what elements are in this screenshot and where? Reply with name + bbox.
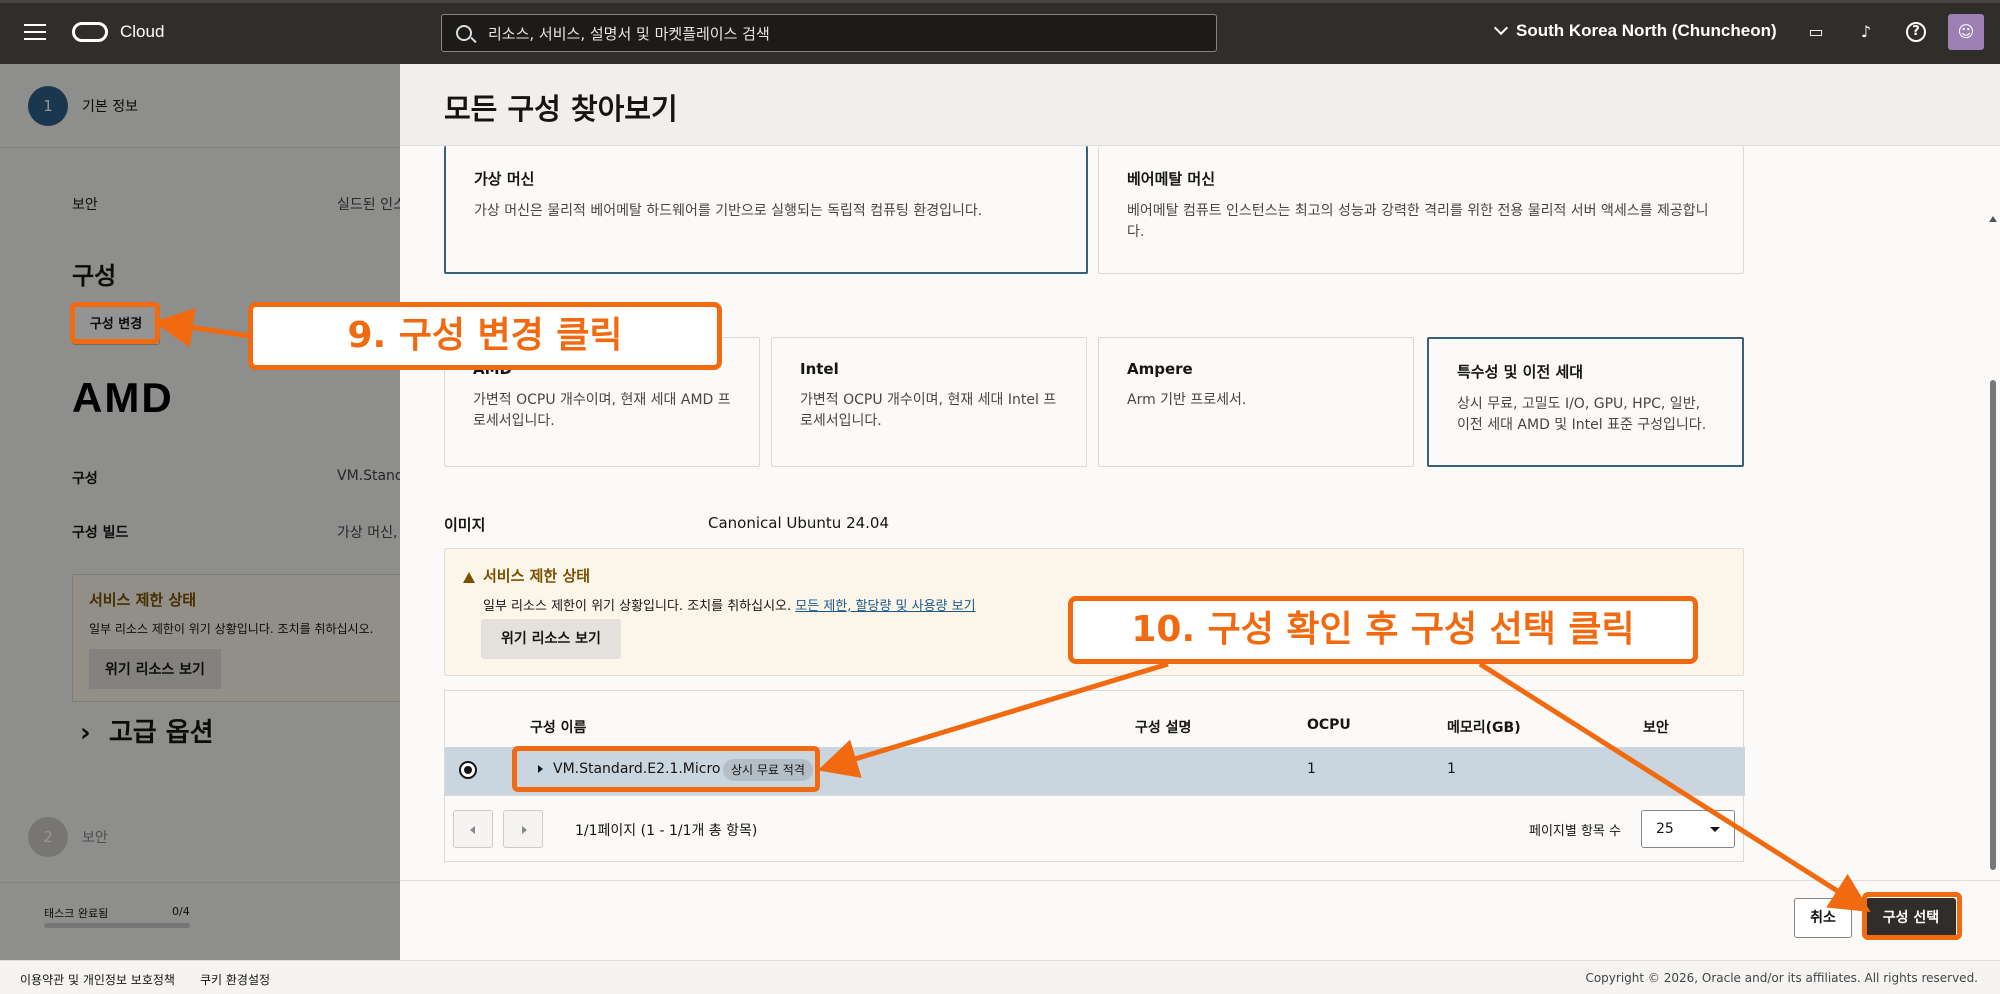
cookie-settings-link[interactable]: 쿠키 환경설정 <box>200 971 270 988</box>
annotation-step10: 10. 구성 확인 후 구성 선택 클릭 <box>1068 596 1698 664</box>
card-desc: 상시 무료, 고밀도 I/O, GPU, HPC, 일반, 이전 세대 AMD … <box>1457 396 1707 433</box>
panel-scrollbar[interactable] <box>1986 146 2000 938</box>
browse-shapes-panel: 모든 구성 찾아보기 가상 머신 가상 머신은 물리적 베어메탈 하드웨어를 기… <box>400 64 2000 960</box>
brand-label[interactable]: Cloud <box>120 22 164 42</box>
page-footer: 이용약관 및 개인정보 보호정책 쿠키 환경설정 Copyright © 202… <box>0 960 2000 994</box>
card-intel[interactable]: Intel 가변적 OCPU 개수이며, 현재 세대 Intel 프로세서입니다… <box>771 337 1087 467</box>
row-radio[interactable] <box>459 761 477 779</box>
warning-title: 서비스 제한 상태 <box>483 567 591 585</box>
panel-header: 모든 구성 찾아보기 <box>400 64 2000 146</box>
highlight-shape-row <box>512 746 820 792</box>
image-label: 이미지 <box>444 516 486 534</box>
card-title: Intel <box>800 360 839 378</box>
card-desc: Arm 기반 프로세서. <box>1127 392 1247 408</box>
search-icon <box>456 25 472 41</box>
copyright: Copyright © 2026, Oracle and/or its affi… <box>1585 971 1978 985</box>
per-page-select[interactable]: 25 <box>1641 810 1735 848</box>
region-selector[interactable]: South Korea North (Chuncheon) <box>1493 20 1777 41</box>
col-memory[interactable]: 메모리(GB) <box>1447 717 1521 737</box>
scroll-thumb[interactable] <box>1990 380 1996 870</box>
menu-icon[interactable] <box>24 24 46 40</box>
view-limits-link[interactable]: 모든 제한, 할당량 및 사용량 보기 <box>795 599 975 614</box>
warning-icon <box>463 572 475 583</box>
terms-link[interactable]: 이용약관 및 개인정보 보호정책 <box>20 971 175 988</box>
card-specialty-previous[interactable]: 특수성 및 이전 세대 상시 무료, 고밀도 I/O, GPU, HPC, 일반… <box>1427 337 1744 467</box>
col-shape-name[interactable]: 구성 이름 <box>530 717 586 737</box>
region-label: South Korea North (Chuncheon) <box>1516 21 1777 40</box>
top-navigation-bar: Cloud 리소스, 서비스, 설명서 및 마켓플레이스 검색 South Ko… <box>0 0 2000 64</box>
chevron-down-icon <box>1493 20 1509 36</box>
card-title: Ampere <box>1127 360 1193 378</box>
cloud-shell-icon[interactable]: ▭ <box>1806 22 1826 42</box>
help-icon[interactable]: ? <box>1906 22 1926 42</box>
search-placeholder: 리소스, 서비스, 설명서 및 마켓플레이스 검색 <box>488 24 770 43</box>
next-page-button[interactable] <box>503 810 543 848</box>
ocpu-value: 1 <box>1307 761 1316 777</box>
col-shape-desc[interactable]: 구성 설명 <box>1135 717 1191 737</box>
warning-desc: 일부 리소스 제한이 위기 상황입니다. 조치를 취하십시오. 모든 제한, 할… <box>483 595 976 614</box>
cancel-button[interactable]: 취소 <box>1794 898 1852 938</box>
col-security[interactable]: 보안 <box>1643 717 1669 737</box>
page-info: 1/1페이지 (1 - 1/1개 총 항목) <box>575 823 758 839</box>
memory-value: 1 <box>1447 761 1456 777</box>
card-desc: 가변적 OCPU 개수이며, 현재 세대 Intel 프로세서입니다. <box>800 392 1057 429</box>
highlight-change-config <box>70 302 160 344</box>
col-ocpu[interactable]: OCPU <box>1307 717 1351 733</box>
card-title: 베어메탈 머신 <box>1127 170 1216 188</box>
card-title: 특수성 및 이전 세대 <box>1457 363 1584 381</box>
card-virtual-machine[interactable]: 가상 머신 가상 머신은 물리적 베어메탈 하드웨어를 기반으로 실행되는 독립… <box>444 146 1088 274</box>
avatar[interactable]: ☺ <box>1948 14 1984 50</box>
panel-title: 모든 구성 찾아보기 <box>444 92 678 126</box>
image-value: Canonical Ubuntu 24.04 <box>708 514 890 532</box>
per-page-label: 페이지별 항목 수 <box>1529 824 1621 839</box>
card-desc: 베어메탈 컴퓨트 인스턴스는 최고의 성능과 강력한 격리를 위한 전용 물리적… <box>1127 203 1709 240</box>
warning-text: 일부 리소스 제한이 위기 상황입니다. 조치를 취하십시오. <box>483 599 792 614</box>
card-desc: 가변적 OCPU 개수이며, 현재 세대 AMD 프로세서입니다. <box>473 392 731 429</box>
panel-footer <box>400 880 2000 960</box>
highlight-select-button <box>1862 892 1962 940</box>
notification-bell-icon[interactable]: ♪ <box>1856 22 1876 42</box>
search-input[interactable]: 리소스, 서비스, 설명서 및 마켓플레이스 검색 <box>441 14 1217 52</box>
card-desc: 가상 머신은 물리적 베어메탈 하드웨어를 기반으로 실행되는 독립적 컴퓨팅 … <box>474 203 983 219</box>
annotation-step9: 9. 구성 변경 클릭 <box>248 302 722 370</box>
card-title: 가상 머신 <box>474 170 535 188</box>
card-ampere[interactable]: Ampere Arm 기반 프로세서. <box>1098 337 1414 467</box>
view-critical-resources-button[interactable]: 위기 리소스 보기 <box>481 619 621 659</box>
oracle-logo-icon[interactable] <box>72 22 108 42</box>
modal-overlay[interactable] <box>0 64 400 960</box>
scroll-up-icon[interactable] <box>1989 216 1997 222</box>
table-pagination: 1/1페이지 (1 - 1/1개 총 항목) 페이지별 항목 수 25 <box>445 795 1745 861</box>
card-bare-metal[interactable]: 베어메탈 머신 베어메탈 컴퓨트 인스턴스는 최고의 성능과 강력한 격리를 위… <box>1098 146 1744 274</box>
prev-page-button[interactable] <box>453 810 493 848</box>
table-header: 구성 이름 구성 설명 OCPU 메모리(GB) 보안 <box>445 691 1745 747</box>
